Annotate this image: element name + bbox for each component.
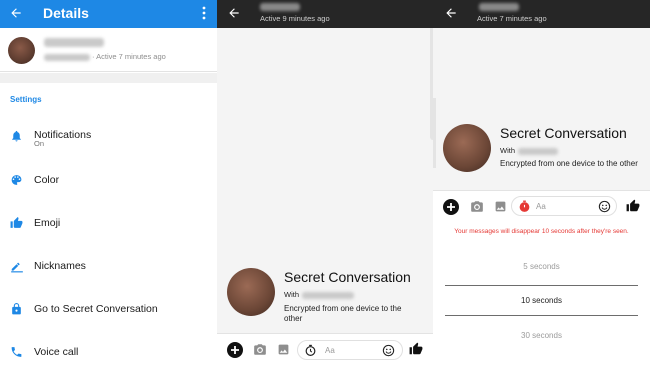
back-arrow-icon[interactable] (444, 6, 458, 20)
contact-name-blurred (518, 147, 558, 155)
conversation-app-bar: Active 7 minutes ago (433, 0, 650, 28)
contact-name-blurred (260, 3, 300, 11)
bell-icon (10, 130, 23, 143)
timer-active-icon[interactable] (518, 200, 531, 213)
contact-name-blurred (479, 3, 519, 11)
camera-icon[interactable] (470, 200, 484, 213)
camera-icon[interactable] (253, 343, 267, 356)
section-divider (0, 73, 217, 83)
avatar (443, 124, 491, 172)
settings-section-label: Settings (10, 95, 42, 104)
conversation-title: Secret Conversation (284, 269, 411, 285)
with-line: With (500, 146, 558, 155)
pencil-icon (10, 259, 24, 273)
settings-item-nicknames[interactable]: Nicknames (0, 246, 217, 286)
message-input[interactable]: Aa (297, 340, 403, 360)
settings-item-label: Emoji (34, 217, 61, 229)
image-icon[interactable] (494, 200, 507, 213)
with-label: With (284, 290, 299, 299)
lock-icon (10, 303, 23, 316)
selection-divider-bottom (445, 315, 638, 316)
back-arrow-icon[interactable] (9, 6, 23, 20)
settings-item-color[interactable]: Color (0, 160, 217, 200)
timer-icon[interactable] (304, 344, 317, 357)
encryption-notice: Encrypted from one device to the other (284, 304, 402, 323)
message-placeholder: Aa (536, 202, 546, 211)
settings-item-voice-call[interactable]: Voice call (0, 332, 217, 365)
settings-item-secret-conversation[interactable]: Go to Secret Conversation (0, 289, 217, 329)
details-screen: Details · Active 7 minutes ago Settings … (0, 0, 217, 365)
plus-circle-icon[interactable] (227, 342, 243, 358)
page-title: Details (43, 5, 89, 21)
with-line: With (284, 290, 354, 299)
timer-option-10-seconds[interactable]: 10 seconds (445, 296, 638, 305)
settings-item-label: Nicknames (34, 260, 86, 272)
composer-bar: Aa (217, 333, 433, 365)
message-bubble-edge (433, 98, 436, 168)
conversation-title: Secret Conversation (500, 125, 627, 141)
selection-divider-top (445, 285, 638, 286)
secret-conversation-screen: Active 9 minutes ago Secret Conversation… (217, 0, 433, 365)
avatar (8, 37, 35, 64)
thumbs-up-icon (10, 217, 23, 230)
thumbs-up-icon[interactable] (409, 342, 423, 356)
back-arrow-icon[interactable] (227, 6, 241, 20)
settings-item-value: On (34, 139, 45, 148)
contact-name-blurred (44, 38, 104, 47)
disappear-warning: Your messages will disappear 10 seconds … (454, 228, 629, 235)
timer-option-5-seconds[interactable]: 5 seconds (445, 262, 638, 271)
encryption-notice: Encrypted from one device to the other (500, 159, 638, 168)
screenshot-collage: Details · Active 7 minutes ago Settings … (0, 0, 650, 365)
conversation-app-bar: Active 9 minutes ago (217, 0, 433, 28)
contact-name-blurred (302, 291, 354, 299)
avatar (227, 268, 275, 316)
plus-circle-icon[interactable] (443, 199, 459, 215)
active-status-text: Active 7 minutes ago (477, 14, 547, 23)
settings-item-label: Voice call (34, 346, 79, 358)
disappearing-timer-screen: Active 7 minutes ago Secret Conversation… (433, 0, 650, 365)
palette-icon (10, 174, 23, 187)
message-placeholder: Aa (325, 346, 335, 355)
settings-item-emoji[interactable]: Emoji (0, 203, 217, 243)
settings-item-label: Color (34, 174, 60, 186)
message-input[interactable]: Aa (511, 196, 617, 216)
emoji-icon[interactable] (598, 200, 611, 213)
thumbs-up-icon[interactable] (626, 199, 640, 213)
with-label: With (500, 146, 515, 155)
contact-subname-blurred (44, 53, 90, 61)
settings-item-notifications[interactable]: Notifications On (0, 116, 217, 156)
image-icon[interactable] (277, 343, 290, 356)
active-status-text: Active 9 minutes ago (260, 14, 330, 23)
phone-icon (10, 346, 23, 359)
contact-header[interactable]: · Active 7 minutes ago (0, 28, 217, 72)
settings-item-label: Go to Secret Conversation (34, 303, 158, 315)
active-status-text: · Active 7 minutes ago (92, 52, 166, 61)
emoji-icon[interactable] (382, 344, 395, 357)
details-app-bar: Details (0, 0, 217, 28)
more-vert-icon[interactable] (201, 5, 207, 21)
composer-bar: Aa (433, 190, 650, 222)
timer-option-30-seconds[interactable]: 30 seconds (445, 331, 638, 340)
contact-status: · Active 7 minutes ago (44, 52, 166, 61)
